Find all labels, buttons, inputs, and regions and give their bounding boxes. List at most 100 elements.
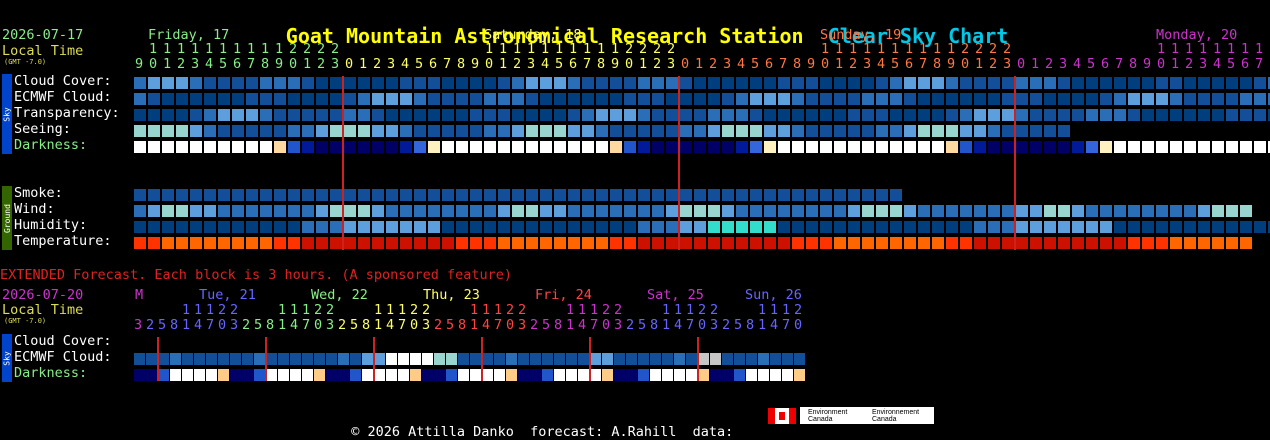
humidity-cell[interactable] [1058, 221, 1070, 233]
darkness-cell[interactable] [246, 141, 258, 153]
ext-ecmwf-cell[interactable] [206, 353, 217, 365]
seeing-cell[interactable] [148, 125, 160, 137]
temperature-cell[interactable] [148, 237, 160, 249]
ext-darkness-cell[interactable] [458, 369, 469, 381]
darkness-cell[interactable] [386, 141, 398, 153]
ext-ecmwf-cell[interactable] [590, 353, 601, 365]
ext-darkness-cell[interactable] [626, 369, 637, 381]
cloud-cell[interactable] [190, 77, 202, 89]
humidity-cell[interactable] [638, 221, 650, 233]
ext-ecmwf-cell[interactable] [530, 353, 541, 365]
seeing-cell[interactable] [568, 125, 580, 137]
wind-cell[interactable] [736, 205, 748, 217]
cloud-cell[interactable] [876, 77, 888, 89]
ext-darkness-cell[interactable] [158, 369, 169, 381]
ecmwf-cell[interactable] [708, 93, 720, 105]
label-darkness[interactable]: Darkness: [14, 137, 87, 153]
smoke-cell[interactable] [792, 189, 804, 201]
humidity-cell[interactable] [764, 221, 776, 233]
humidity-cell[interactable] [1156, 221, 1168, 233]
cloud-cell[interactable] [1072, 77, 1084, 89]
ecmwf-cell[interactable] [792, 93, 804, 105]
temperature-cell[interactable] [1198, 237, 1210, 249]
seeing-cell[interactable] [526, 125, 538, 137]
cloud-cell[interactable] [1044, 77, 1056, 89]
ext-ecmwf-cell[interactable] [326, 353, 337, 365]
cloud-cell[interactable] [750, 77, 762, 89]
ext-darkness-cell[interactable] [530, 369, 541, 381]
smoke-cell[interactable] [568, 189, 580, 201]
ext-label-ecmwf-cloud[interactable]: ECMWF Cloud: [14, 349, 112, 365]
ecmwf-cell[interactable] [694, 93, 706, 105]
humidity-cell[interactable] [1142, 221, 1154, 233]
temperature-cell[interactable] [680, 237, 692, 249]
wind-cell[interactable] [680, 205, 692, 217]
wind-cell[interactable] [778, 205, 790, 217]
seeing-cell[interactable] [750, 125, 762, 137]
seeing-cell[interactable] [652, 125, 664, 137]
ext-darkness-cell[interactable] [398, 369, 409, 381]
wind-cell[interactable] [316, 205, 328, 217]
ecmwf-cell[interactable] [316, 93, 328, 105]
ecmwf-cell[interactable] [946, 93, 958, 105]
smoke-cell[interactable] [232, 189, 244, 201]
temperature-cell[interactable] [582, 237, 594, 249]
wind-cell[interactable] [442, 205, 454, 217]
ext-darkness-cell[interactable] [482, 369, 493, 381]
wind-cell[interactable] [1198, 205, 1210, 217]
darkness-cell[interactable] [232, 141, 244, 153]
ext-darkness-cell[interactable] [590, 369, 601, 381]
humidity-cell[interactable] [1002, 221, 1014, 233]
cloud-cell[interactable] [274, 77, 286, 89]
ecmwf-cell[interactable] [1114, 93, 1126, 105]
transparency-cell[interactable] [848, 109, 860, 121]
wind-cell[interactable] [974, 205, 986, 217]
wind-cell[interactable] [708, 205, 720, 217]
temperature-cell[interactable] [596, 237, 608, 249]
cloud-cell[interactable] [414, 77, 426, 89]
wind-cell[interactable] [806, 205, 818, 217]
cloud-cell[interactable] [736, 77, 748, 89]
ext-ecmwf-cell[interactable] [662, 353, 673, 365]
smoke-cell[interactable] [344, 189, 356, 201]
cloud-cell[interactable] [344, 77, 356, 89]
darkness-cell[interactable] [1184, 141, 1196, 153]
wind-cell[interactable] [666, 205, 678, 217]
humidity-cell[interactable] [1030, 221, 1042, 233]
ext-ecmwf-cell[interactable] [158, 353, 169, 365]
ecmwf-cell[interactable] [890, 93, 902, 105]
humidity-cell[interactable] [372, 221, 384, 233]
ext-darkness-cell[interactable] [434, 369, 445, 381]
wind-cell[interactable] [1058, 205, 1070, 217]
temperature-cell[interactable] [1002, 237, 1014, 249]
darkness-cell[interactable] [652, 141, 664, 153]
transparency-cell[interactable] [736, 109, 748, 121]
seeing-cell[interactable] [806, 125, 818, 137]
transparency-cell[interactable] [1170, 109, 1182, 121]
ecmwf-cell[interactable] [134, 93, 146, 105]
ext-ecmwf-cell[interactable] [482, 353, 493, 365]
ext-darkness-cell[interactable] [794, 369, 805, 381]
wind-cell[interactable] [764, 205, 776, 217]
wind-cell[interactable] [1212, 205, 1224, 217]
ecmwf-cell[interactable] [610, 93, 622, 105]
transparency-cell[interactable] [666, 109, 678, 121]
temperature-cell[interactable] [1156, 237, 1168, 249]
darkness-cell[interactable] [1212, 141, 1224, 153]
wind-cell[interactable] [190, 205, 202, 217]
wind-cell[interactable] [428, 205, 440, 217]
ext-darkness-cell[interactable] [554, 369, 565, 381]
cloud-cell[interactable] [428, 77, 440, 89]
darkness-cell[interactable] [736, 141, 748, 153]
darkness-cell[interactable] [960, 141, 972, 153]
darkness-cell[interactable] [1170, 141, 1182, 153]
ext-darkness-cell[interactable] [182, 369, 193, 381]
smoke-cell[interactable] [484, 189, 496, 201]
seeing-cell[interactable] [190, 125, 202, 137]
ecmwf-cell[interactable] [722, 93, 734, 105]
cloud-cell[interactable] [330, 77, 342, 89]
darkness-cell[interactable] [862, 141, 874, 153]
smoke-cell[interactable] [708, 189, 720, 201]
wind-cell[interactable] [456, 205, 468, 217]
smoke-cell[interactable] [456, 189, 468, 201]
